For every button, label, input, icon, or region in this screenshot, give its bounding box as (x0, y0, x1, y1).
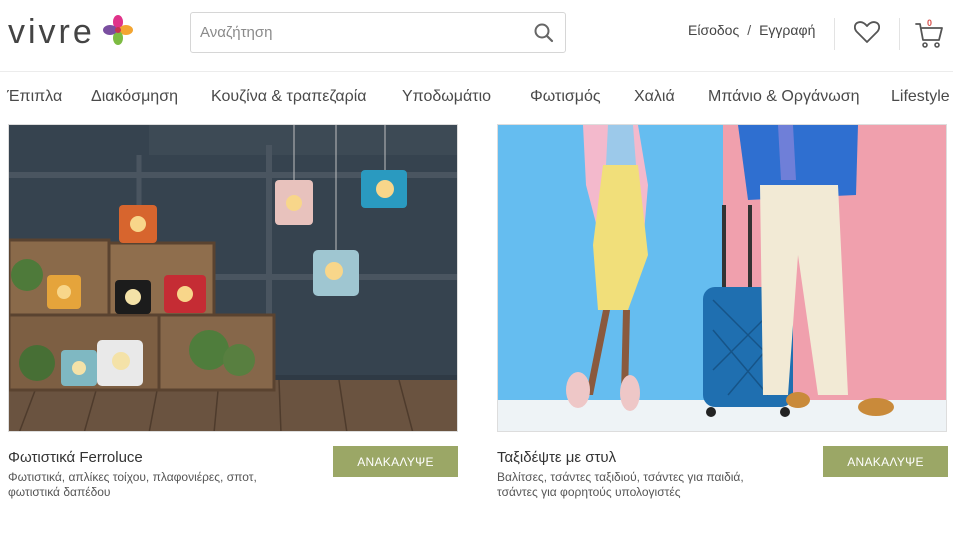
site-header: vivre Είσοδος / Εγγραφή 0 (0, 0, 953, 72)
promo-description: Βαλίτσες, τσάντες ταξιδιού, τσάντες για … (497, 470, 744, 499)
nav-item-furniture[interactable]: Έπιπλα (7, 88, 62, 106)
register-link[interactable]: Εγγραφή (759, 22, 815, 38)
nav-item-kitchen-dining[interactable]: Κουζίνα & τραπεζαρία (211, 88, 367, 106)
login-link[interactable]: Είσοδος (688, 22, 739, 38)
category-nav: Έπιπλα Διακόσμηση Κουζίνα & τραπεζαρία Υ… (0, 78, 953, 118)
nav-item-lifestyle[interactable]: Lifestyle (891, 88, 950, 106)
account-links: Είσοδος / Εγγραφή (688, 22, 815, 38)
promo-title[interactable]: Φωτιστικά Ferroluce (8, 449, 143, 466)
promo-description: Φωτιστικά, απλίκες τοίχου, πλαφονιέρες, … (8, 470, 257, 499)
lighting-photo (9, 125, 457, 431)
discover-button[interactable]: ΑΝΑΚΑΛΥΨΕ (333, 446, 458, 477)
nav-item-lighting[interactable]: Φωτισμός (530, 88, 601, 106)
flower-logo-icon (102, 15, 133, 45)
nav-item-rugs[interactable]: Χαλιά (634, 88, 675, 106)
search-input[interactable] (191, 13, 521, 52)
header-divider (899, 18, 900, 50)
logo-text: vivre (8, 12, 95, 51)
search-bar (190, 12, 566, 53)
promo-image-travel[interactable] (497, 124, 947, 432)
nav-item-bath-organization[interactable]: Μπάνιο & Οργάνωση (708, 88, 859, 106)
nav-item-decoration[interactable]: Διακόσμηση (91, 88, 178, 106)
promo-image-lighting[interactable] (8, 124, 458, 432)
promo-title[interactable]: Ταξιδέψτε με στυλ (497, 449, 616, 466)
auth-separator: / (747, 22, 752, 38)
travel-photo (498, 125, 946, 431)
vivre-logo[interactable]: vivre (8, 12, 135, 52)
nav-item-bedroom[interactable]: Υποδωμάτιο (402, 88, 491, 106)
heart-icon[interactable] (853, 18, 881, 46)
cart-count-badge: 0 (927, 18, 933, 28)
discover-button[interactable]: ΑΝΑΚΑΛΥΨΕ (823, 446, 948, 477)
header-divider (834, 18, 835, 50)
search-icon[interactable] (533, 22, 555, 44)
